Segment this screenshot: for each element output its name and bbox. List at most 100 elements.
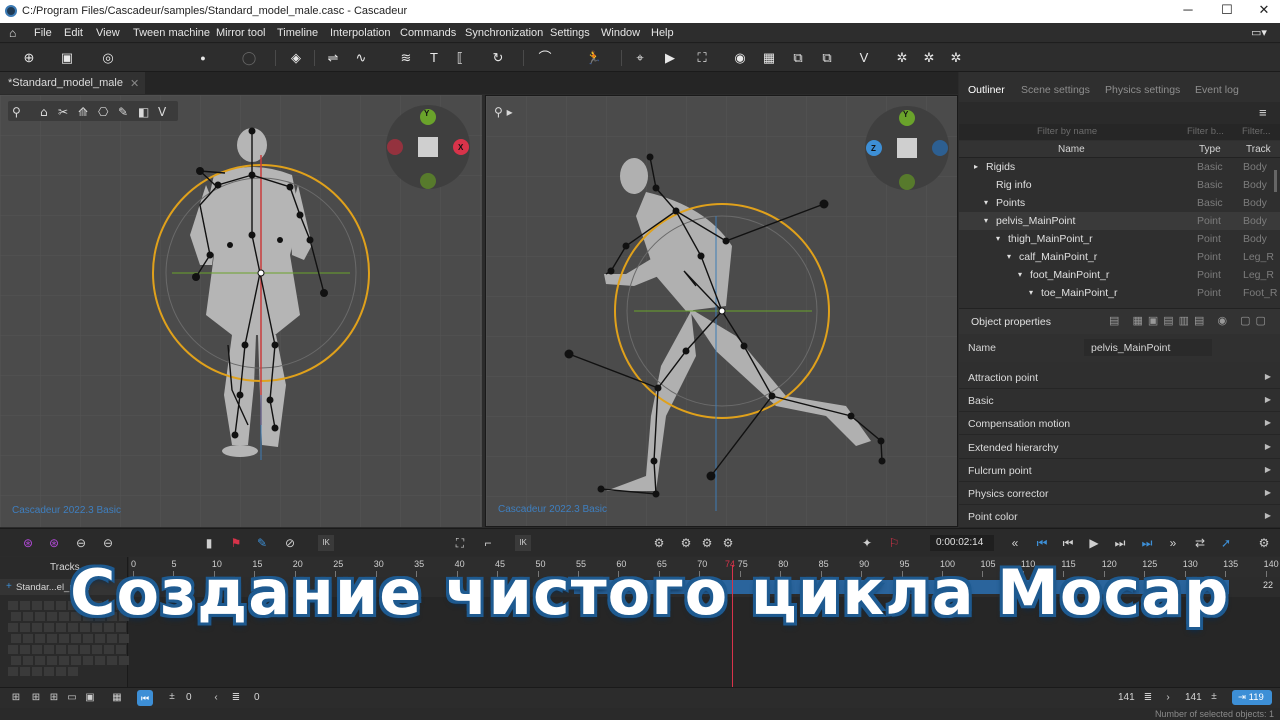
column-track[interactable]: Track [1246, 144, 1271, 155]
tree-expand-icon[interactable]: ▾ [996, 234, 1000, 243]
view-icon[interactable]: ⊞ [8, 690, 24, 706]
focus-icon[interactable]: ⛶ [693, 49, 711, 67]
cascadeur-icon[interactable]: V [855, 49, 873, 67]
outliner-row[interactable]: ▾ calf_MainPoint_r Point Leg_R [959, 248, 1280, 266]
eraser-icon[interactable]: ◈ [287, 49, 305, 67]
runner-icon[interactable]: 🏃 [585, 49, 603, 67]
close-window-button[interactable]: ✕ [1244, 2, 1280, 20]
property-section[interactable]: Attraction point ▶ [959, 366, 1280, 389]
spiral-icon[interactable]: ◉ [731, 49, 749, 67]
menu-synchronization[interactable]: Synchronization [465, 27, 543, 39]
tree-expand-icon[interactable]: ▾ [984, 198, 988, 207]
point-icon[interactable]: ● [194, 49, 212, 67]
outliner-row[interactable]: ▾ pelvis_MainPoint Point Body [959, 212, 1280, 230]
autopose-alt-icon[interactable]: ✲ [920, 49, 938, 67]
first-frame-button[interactable]: ⏮ [137, 690, 153, 706]
property-filter-icons[interactable]: ▤ ▦▣▤▥▤ ◉ ▢▢ [1109, 314, 1271, 327]
curve-icon[interactable]: ∿ [352, 49, 370, 67]
tab-outliner[interactable]: Outliner [968, 84, 1005, 96]
outliner-row[interactable]: Rig info Basic Body [959, 176, 1280, 194]
tab-close-icon[interactable]: ✕ [130, 77, 139, 90]
property-section[interactable]: Fulcrum point ▶ [959, 459, 1280, 482]
tab-event-log[interactable]: Event log [1195, 84, 1239, 96]
view-icon[interactable]: ▦ [109, 690, 125, 706]
menu-help[interactable]: Help [651, 27, 674, 39]
filter-name-input[interactable]: Filter by name [1037, 126, 1097, 137]
menu-settings[interactable]: Settings [550, 27, 590, 39]
document-tab[interactable]: *Standard_model_male ✕ [0, 72, 145, 94]
tab-physics-settings[interactable]: Physics settings [1105, 84, 1180, 96]
column-type[interactable]: Type [1199, 144, 1221, 155]
text-icon[interactable]: T [425, 49, 443, 67]
column-name[interactable]: Name [1058, 144, 1085, 155]
tree-expand-icon[interactable]: ▾ [1029, 288, 1033, 297]
menu-interpolation[interactable]: Interpolation [330, 27, 391, 39]
minimize-button[interactable]: ─ [1168, 2, 1208, 20]
hamburger-icon[interactable]: ≡ [1259, 105, 1267, 120]
interval-start-field[interactable]: 0 [254, 692, 260, 703]
arc-icon[interactable]: ⌒ [536, 49, 554, 67]
filter-type-input[interactable]: Filter b... [1187, 126, 1224, 137]
view-icon[interactable]: ▭ [64, 690, 80, 706]
global-space-icon[interactable]: ⊕ [20, 49, 38, 67]
outliner-row[interactable]: ▾ thigh_MainPoint_r Point Body [959, 230, 1280, 248]
interval-end-field[interactable]: 141 [1118, 692, 1135, 703]
layout-icon[interactable]: ▭▾ [1251, 26, 1267, 39]
property-section[interactable]: Extended hierarchy ▶ [959, 436, 1280, 459]
property-section[interactable]: Physics corrector ▶ [959, 482, 1280, 505]
last-frame-button[interactable]: ⇥ 119 [1232, 690, 1272, 705]
menu-view[interactable]: View [96, 27, 120, 39]
frame-icon[interactable]: ▦ [760, 49, 778, 67]
outliner-scrollbar[interactable] [1274, 170, 1277, 192]
view-icon[interactable]: ⊞ [28, 690, 44, 706]
gizmo-mode-icon[interactable]: ▣ [58, 49, 76, 67]
view-icon[interactable]: ▣ [82, 690, 98, 706]
increment-icon[interactable]: ± [1206, 689, 1222, 705]
menu-tween-machine[interactable]: Tween machine [133, 27, 210, 39]
property-section[interactable]: Point color ▶ [959, 505, 1280, 529]
increment-icon[interactable]: ± [164, 689, 180, 705]
prev-icon[interactable]: ‹ [208, 690, 224, 706]
target-icon[interactable]: ⌖ [631, 49, 649, 67]
interval-icon[interactable]: ⇌ [324, 49, 342, 67]
list-icon[interactable]: ≣ [1140, 690, 1156, 706]
menu-file[interactable]: File [34, 27, 52, 39]
property-section[interactable]: Compensation motion ▶ [959, 412, 1280, 436]
tree-expand-icon[interactable]: ▸ [974, 162, 978, 171]
outliner-row[interactable]: ▾ toe_MainPoint_r Point Foot_R [959, 284, 1280, 302]
tree-expand-icon[interactable]: ▾ [1018, 270, 1022, 279]
menu-window[interactable]: Window [601, 27, 640, 39]
menu-mirror-tool[interactable]: Mirror tool [216, 27, 266, 39]
tab-scene-settings[interactable]: Scene settings [1021, 84, 1090, 96]
start-frame-field[interactable]: 0 [186, 692, 192, 703]
viewport-front[interactable]: ⚲ ⌂ ✂ ⟰ ⎔ ✎ ◧ V Y X Cascadeur 2022.3 Bas… [0, 95, 482, 527]
pivot-icon[interactable]: ◎ [99, 49, 117, 67]
viewport-side[interactable]: ⚲ ▸ Y Z Cascadeur 2022.3 Basic [485, 95, 958, 527]
outliner-row[interactable]: ▾ Points Basic Body [959, 194, 1280, 212]
end-frame-field[interactable]: 141 [1185, 692, 1202, 703]
menu-edit[interactable]: Edit [64, 27, 83, 39]
view-icon[interactable]: ⊞ [46, 690, 62, 706]
rotate-icon[interactable]: ↻ [489, 49, 507, 67]
copy-icon[interactable]: ⧉ [789, 49, 807, 67]
bracket-icon[interactable]: ⟦ [451, 49, 469, 67]
tree-expand-icon[interactable]: ▾ [984, 216, 988, 225]
tree-expand-icon[interactable]: ▾ [1007, 252, 1011, 261]
next-icon[interactable]: › [1160, 690, 1176, 706]
menu-timeline[interactable]: Timeline [277, 27, 318, 39]
graph-icon[interactable]: ≋ [397, 49, 415, 67]
autopose-icon[interactable]: ✲ [893, 49, 911, 67]
outliner-row[interactable]: ▾ foot_MainPoint_r Point Leg_R [959, 266, 1280, 284]
mirror-pose-icon[interactable]: ✲ [947, 49, 965, 67]
viewport-tools[interactable] [8, 101, 178, 121]
property-section[interactable]: Basic ▶ [959, 389, 1280, 413]
camera-icon[interactable]: ▶ [661, 49, 679, 67]
outliner-row[interactable]: ▸ Rigids Basic Body [959, 158, 1280, 176]
filter-track-input[interactable]: Filter... [1242, 126, 1271, 137]
name-field[interactable]: pelvis_MainPoint [1084, 339, 1212, 356]
menu-commands[interactable]: Commands [400, 27, 456, 39]
paste-icon[interactable]: ⧉ [818, 49, 836, 67]
list-icon[interactable]: ≣ [228, 690, 244, 706]
maximize-button[interactable]: ☐ [1207, 2, 1247, 20]
home-icon[interactable]: ⌂ [9, 26, 16, 40]
